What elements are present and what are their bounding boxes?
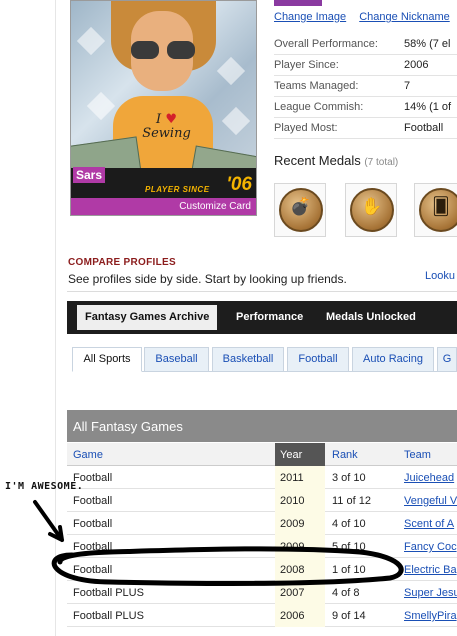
rank-cell: 11 of 12 xyxy=(332,495,371,507)
team-link[interactable]: Electric Ba xyxy=(404,564,457,576)
tab-baseball[interactable]: Baseball xyxy=(144,347,209,372)
tab-more-sports[interactable]: G xyxy=(437,347,457,372)
year-cell: 2006 xyxy=(280,610,305,622)
recent-medals-heading: Recent Medals (7 total) xyxy=(274,153,399,168)
column-header-game[interactable]: Game xyxy=(73,449,103,461)
table-header-row: Game Year Rank Team xyxy=(67,443,457,466)
handwritten-note: I'M AWESOME. xyxy=(5,481,84,492)
profile-stats: Overall Performance: 58% (7 el Player Si… xyxy=(274,34,457,139)
medal-badge[interactable]: 💣 xyxy=(274,183,326,237)
game-cell: Football xyxy=(73,541,113,553)
stat-value: Football xyxy=(404,122,444,134)
year-cell: 2007 xyxy=(280,587,305,599)
team-link[interactable]: Fancy Coc xyxy=(404,541,457,553)
stat-row: League Commish: 14% (1 of xyxy=(274,97,457,118)
game-cell: Football PLUS xyxy=(73,587,144,599)
rank-cell: 9 of 14 xyxy=(332,610,366,622)
column-header-year[interactable]: Year xyxy=(275,443,325,466)
table-row: Football 2011 3 of 10 Juicehead xyxy=(67,466,457,489)
stat-row: Overall Performance: 58% (7 el xyxy=(274,34,457,55)
tab-auto-racing[interactable]: Auto Racing xyxy=(352,347,434,372)
stat-value: 7 xyxy=(404,80,411,92)
column-header-team[interactable]: Team xyxy=(404,449,431,461)
tab-fantasy-games-archive[interactable]: Fantasy Games Archive xyxy=(77,305,218,330)
card-player-since-year: '06 xyxy=(226,174,252,195)
column-header-rank[interactable]: Rank xyxy=(332,449,358,461)
medal-badge[interactable]: ✋ xyxy=(345,183,397,237)
table-title: All Fantasy Games xyxy=(67,410,457,442)
tab-football[interactable]: Football xyxy=(287,347,349,372)
compare-profiles-heading: COMPARE PROFILES xyxy=(68,257,176,268)
team-link[interactable]: Vengeful V xyxy=(404,495,457,507)
year-cell: 2011 xyxy=(280,472,304,484)
game-cell: Football xyxy=(73,564,113,576)
year-cell: 2010 xyxy=(280,495,305,507)
change-image-link[interactable]: Change Image xyxy=(274,11,346,23)
games-table-body: Football 2011 3 of 10 Juicehead Football… xyxy=(67,466,457,627)
lookup-link[interactable]: Looku xyxy=(425,270,455,282)
stat-value: 58% (7 el xyxy=(404,38,451,50)
left-rail xyxy=(55,0,56,636)
year-cell: 2009 xyxy=(280,518,305,530)
stat-label: Played Most: xyxy=(274,122,338,134)
change-nickname-link[interactable]: Change Nickname xyxy=(359,11,450,23)
stat-label: Teams Managed: xyxy=(274,80,359,92)
team-link[interactable]: SmellyPira xyxy=(404,610,457,622)
table-row: Football PLUS 2007 4 of 8 Super Jesu xyxy=(67,581,457,604)
sunglasses-icon xyxy=(129,41,197,59)
rank-cell: 1 of 10 xyxy=(332,564,366,576)
stat-label: League Commish: xyxy=(274,101,364,113)
rank-cell: 5 of 10 xyxy=(332,541,366,553)
table-row: Football 2009 4 of 10 Scent of A xyxy=(67,512,457,535)
tab-medals-unlocked[interactable]: Medals Unlocked xyxy=(318,305,424,330)
game-cell: Football xyxy=(73,518,113,530)
year-cell: 2009 xyxy=(280,541,305,553)
player-card: I ♥ Sewing Sars PLAYER SINCE '06 Customi… xyxy=(70,0,257,216)
bomb-icon: 💣 xyxy=(290,197,312,216)
profile-links: Change Image Change Nickname xyxy=(274,11,457,23)
profile-page: I ♥ Sewing Sars PLAYER SINCE '06 Customi… xyxy=(0,0,457,636)
heart-icon: ♥ xyxy=(165,112,177,127)
stat-row: Played Most: Football xyxy=(274,118,457,139)
game-cell: Football xyxy=(73,495,113,507)
table-row: Football PLUS 2006 9 of 14 SmellyPira xyxy=(67,604,457,627)
stat-row: Player Since: 2006 xyxy=(274,55,457,76)
main-tab-bar: Fantasy Games Archive Performance Medals… xyxy=(67,301,457,334)
compare-profiles-text: See profiles side by side. Start by look… xyxy=(68,272,347,286)
stat-value: 2006 xyxy=(404,59,429,71)
tab-all-sports[interactable]: All Sports xyxy=(72,347,142,372)
divider xyxy=(67,291,457,292)
medal-badge[interactable]: 🂠 xyxy=(414,183,457,237)
card-player-name: Sars xyxy=(73,167,106,183)
team-link[interactable]: Scent of A xyxy=(404,518,457,530)
rank-cell: 4 of 8 xyxy=(332,587,360,599)
shirt-print: I ♥ Sewing xyxy=(142,112,191,141)
tab-basketball[interactable]: Basketball xyxy=(212,347,284,372)
card-player-since-label: PLAYER SINCE xyxy=(145,185,210,194)
grip-icon: ✋ xyxy=(361,197,383,216)
arrow-icon xyxy=(33,500,64,542)
stat-label: Overall Performance: xyxy=(274,38,378,50)
stat-value: 14% (1 of xyxy=(404,101,452,113)
rank-cell: 4 of 10 xyxy=(332,518,366,530)
stat-row: Teams Managed: 7 xyxy=(274,76,457,97)
table-row: Football 2009 5 of 10 Fancy Coc xyxy=(67,535,457,558)
year-cell: 2008 xyxy=(280,564,305,576)
card-icon: 🂠 xyxy=(432,197,450,216)
accent-chip xyxy=(274,0,322,6)
game-cell: Football PLUS xyxy=(73,610,144,622)
team-link[interactable]: Super Jesu xyxy=(404,587,457,599)
rank-cell: 3 of 10 xyxy=(332,472,366,484)
customize-card-button[interactable]: Customize Card xyxy=(71,198,256,215)
table-row: Football 2010 11 of 12 Vengeful V xyxy=(67,489,457,512)
stat-label: Player Since: xyxy=(274,59,339,71)
medals-count: (7 total) xyxy=(364,157,399,168)
sport-tab-bar: All Sports Baseball Basketball Football … xyxy=(72,347,457,372)
table-row: Football 2008 1 of 10 Electric Ba xyxy=(67,558,457,581)
tab-performance[interactable]: Performance xyxy=(228,305,311,330)
team-link[interactable]: Juicehead xyxy=(404,472,457,484)
